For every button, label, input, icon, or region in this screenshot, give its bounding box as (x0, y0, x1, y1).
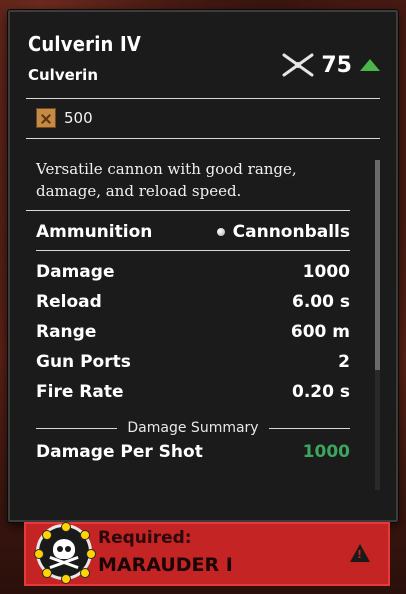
summary-label: Damage Summary (127, 420, 259, 436)
summary-rule-left (36, 427, 118, 429)
stat-value: Cannonballs (216, 222, 350, 242)
badge-dot (61, 522, 71, 532)
badge-dot (61, 574, 71, 584)
description-divider (26, 210, 350, 211)
stat-row-range: Range 600 m (36, 320, 350, 344)
crossed-cannons-icon (282, 53, 314, 77)
stat-value: 0.20 s (292, 382, 350, 402)
header-divider (26, 98, 380, 99)
level-up-icon (360, 59, 380, 71)
item-cost: 500 (36, 108, 93, 128)
stat-label: Reload (36, 292, 102, 312)
level-value: 75 (321, 52, 352, 78)
damage-summary-heading: Damage Summary (36, 418, 350, 438)
stat-row-ammunition: Ammunition Cannonballs (36, 220, 350, 244)
badge-dot (80, 568, 90, 578)
warning-icon (350, 544, 370, 562)
ammo-value: Cannonballs (232, 222, 350, 242)
item-level: 75 (281, 52, 380, 78)
item-description: Versatile cannon with good range, damage… (36, 160, 297, 200)
badge-dot (86, 549, 96, 559)
stat-label: Damage (36, 262, 115, 282)
stats-divider (36, 250, 350, 251)
wood-crate-icon (36, 108, 56, 128)
stat-row-gun-ports: Gun Ports 2 (36, 350, 350, 374)
stat-value: 1000 (302, 262, 350, 282)
stat-value: 600 m (290, 322, 350, 342)
requirement-label: Required: (98, 528, 192, 548)
cost-value: 500 (64, 109, 93, 127)
badge-dot (42, 568, 52, 578)
stat-row-fire-rate: Fire Rate 0.20 s (36, 380, 350, 404)
cannonball-icon (216, 228, 225, 236)
stat-row-damage-per-shot: Damage Per Shot 1000 (36, 440, 350, 464)
stat-label: Range (36, 322, 97, 342)
item-name: Culverin IV (28, 32, 142, 56)
badge-dot (34, 549, 44, 559)
requirement-banner: Required: MARAUDER I (24, 522, 390, 586)
stat-label: Gun Ports (36, 352, 131, 372)
stat-row-reload: Reload 6.00 s (36, 290, 350, 314)
skull-crossbones-icon (34, 522, 96, 584)
badge-dot (80, 530, 90, 540)
cost-divider (26, 138, 380, 139)
tooltip-scrollbar[interactable] (375, 160, 380, 490)
badge-dot (42, 530, 52, 540)
stat-label: Ammunition (36, 222, 153, 242)
requirement-value: MARAUDER I (98, 554, 233, 576)
summary-rule-right (268, 427, 350, 429)
stat-label: Fire Rate (36, 382, 124, 402)
stat-row-damage: Damage 1000 (36, 260, 350, 284)
stat-value: 1000 (302, 442, 350, 462)
scrollbar-thumb[interactable] (375, 160, 380, 370)
skull-shape (53, 539, 75, 559)
stat-value: 2 (338, 352, 350, 372)
stat-label: Damage Per Shot (36, 442, 203, 462)
item-tooltip: Culverin IV Culverin 75 500 Versatile ca… (8, 10, 398, 522)
tooltip-header: Culverin IV Culverin 75 (24, 28, 382, 98)
item-type: Culverin (28, 66, 98, 84)
stat-value: 6.00 s (292, 292, 350, 312)
